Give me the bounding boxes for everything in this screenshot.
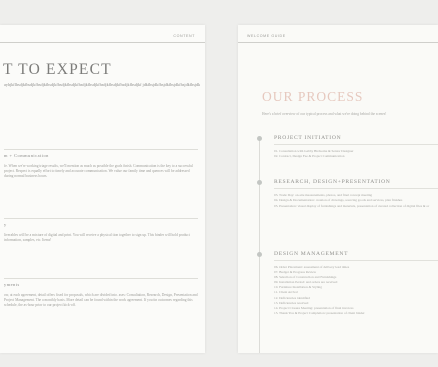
process-intro: Here's a brief overview of our typical p… xyxy=(262,112,387,116)
phase-heading: RESEARCH, DESIGN+PRESENTATION xyxy=(274,179,391,185)
section-rule xyxy=(4,218,198,219)
right-header-label: WELCOME GUIDE xyxy=(247,34,286,38)
section-heading: yments xyxy=(4,282,20,287)
timeline-line xyxy=(259,138,260,353)
right-page: WELCOME GUIDE OUR PROCESS Here's a brief… xyxy=(238,25,438,353)
phase-heading: DESIGN MANAGEMENT xyxy=(274,251,349,257)
phase-heading: PROJECT INITIATION xyxy=(274,135,342,141)
section-text: fe. When we're working triage results, w… xyxy=(4,164,193,178)
process-step: 15. Thank You & Project Completion: pres… xyxy=(274,310,365,315)
right-header-rule xyxy=(238,42,438,43)
section-heading: m + Communication xyxy=(4,153,49,158)
phase-design-management: DESIGN MANAGEMENT 06. Order Placement: a… xyxy=(252,251,438,316)
left-page-title: T TO EXPECT xyxy=(3,61,112,78)
section-payments: yments ow, at each agreement, detail off… xyxy=(4,278,198,307)
left-header-label: CONTENT xyxy=(173,34,195,38)
section-communication: m + Communication fe. When we're working… xyxy=(4,149,198,178)
section-text: liverables will be a mixture of digital … xyxy=(4,233,190,242)
section-heading: y xyxy=(4,222,7,227)
phase-rule xyxy=(274,144,438,145)
phase-rule xyxy=(274,188,438,189)
process-title: OUR PROCESS xyxy=(262,89,364,104)
phase-project-initiation: PROJECT INITIATION 01. Consultation with… xyxy=(252,135,438,159)
timeline-dot-icon xyxy=(257,136,262,141)
phase-rule xyxy=(274,260,438,261)
section-text: ow, at each agreement, detail offers fix… xyxy=(4,293,198,307)
section-rule xyxy=(4,149,198,150)
timeline-dot-icon xyxy=(257,252,262,257)
process-step: 04. Design & Documentation: creation of … xyxy=(274,198,403,203)
timeline-dot-icon xyxy=(257,180,262,185)
section-rule xyxy=(4,278,198,279)
left-header-rule xyxy=(0,42,205,43)
left-page: CONTENT T TO EXPECT ayhjkflhsdjkfhsdjkfh… xyxy=(0,25,205,353)
phase-research-design-presentation: RESEARCH, DESIGN+PRESENTATION 03. Trade … xyxy=(252,179,438,209)
section-delivery: y liverables will be a mixture of digita… xyxy=(4,218,198,243)
left-page-subtitle: ayhjkflhsdjkfhsdjkfhsdjkfhsdjkfhsdjkfhsd… xyxy=(4,82,200,87)
process-step: 05. Presentation: visual display of furn… xyxy=(274,203,430,208)
process-step: 02. Contract, Design Fee & Project Commu… xyxy=(274,154,345,159)
